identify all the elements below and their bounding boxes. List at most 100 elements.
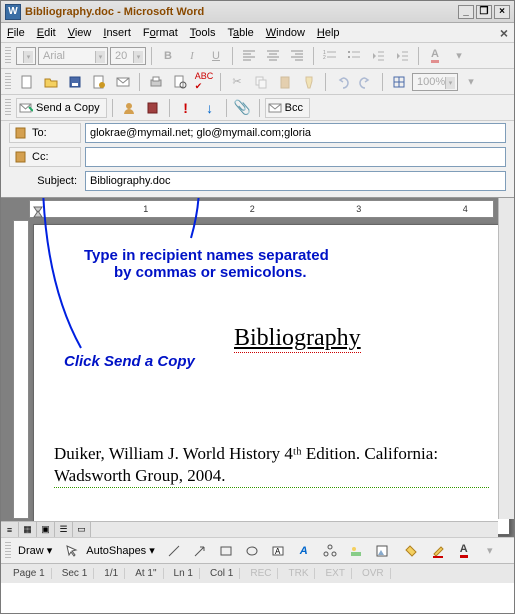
rectangle-button[interactable]	[215, 540, 237, 562]
email-button[interactable]	[112, 71, 134, 93]
menu-format[interactable]: Format	[143, 27, 178, 39]
vertical-scrollbar[interactable]	[498, 198, 514, 519]
normal-view-button[interactable]: ≡	[1, 522, 19, 538]
draw-menu[interactable]: Draw ▾	[18, 544, 52, 557]
send-a-copy-button[interactable]: Send a Copy	[16, 98, 107, 118]
accounts-button[interactable]	[118, 97, 140, 119]
document-page[interactable]: Type in recipient names separated by com…	[33, 224, 510, 535]
status-ovr[interactable]: OVR	[356, 568, 391, 579]
select-objects-button[interactable]	[60, 540, 82, 562]
oval-button[interactable]	[241, 540, 263, 562]
formatting-toolbar: ▾ Arial▾ 20▾ B I U 12 A ▾	[1, 43, 514, 69]
title-bar: W Bibliography.doc - Microsoft Word _ ❐ …	[1, 1, 514, 23]
zoom-combo[interactable]: 100%▾	[412, 73, 458, 91]
menu-tools[interactable]: Tools	[190, 27, 216, 39]
more-buttons[interactable]: ▾	[448, 45, 470, 67]
menu-view[interactable]: View	[68, 27, 92, 39]
toolbar-grip[interactable]	[5, 99, 11, 117]
diagram-button[interactable]	[319, 540, 341, 562]
permission-button[interactable]	[88, 71, 110, 93]
cc-input[interactable]	[85, 147, 506, 167]
minimize-button[interactable]: _	[458, 5, 474, 19]
undo-button[interactable]	[331, 71, 353, 93]
picture-button[interactable]	[371, 540, 393, 562]
textbox-button[interactable]: A	[267, 540, 289, 562]
clipart-button[interactable]	[345, 540, 367, 562]
book-icon	[14, 126, 28, 140]
format-painter-button[interactable]	[298, 71, 320, 93]
reading-view-button[interactable]: ▭	[73, 522, 91, 538]
redo-button[interactable]	[355, 71, 377, 93]
increase-indent-button[interactable]	[391, 45, 413, 67]
status-rec[interactable]: REC	[244, 568, 278, 579]
italic-button[interactable]: I	[181, 45, 203, 67]
to-input[interactable]: glokrae@mymail.net; glo@mymail.com;glori…	[85, 123, 506, 143]
subject-input[interactable]: Bibliography.doc	[85, 171, 506, 191]
underline-button[interactable]: U	[205, 45, 227, 67]
bulleted-list-button[interactable]	[343, 45, 365, 67]
menu-edit[interactable]: Edit	[37, 27, 56, 39]
align-center-button[interactable]	[262, 45, 284, 67]
font-size-combo[interactable]: 20▾	[110, 47, 146, 65]
vertical-ruler[interactable]	[13, 220, 29, 519]
style-combo[interactable]: ▾	[16, 47, 36, 65]
fill-color-button[interactable]	[401, 540, 423, 562]
copy-button[interactable]	[250, 71, 272, 93]
close-button[interactable]: ×	[494, 5, 510, 19]
menu-help[interactable]: Help	[317, 27, 340, 39]
toolbar-grip[interactable]	[5, 542, 11, 560]
font-color-button-2[interactable]: A	[453, 540, 475, 562]
numbered-list-button[interactable]: 12	[319, 45, 341, 67]
open-button[interactable]	[40, 71, 62, 93]
menu-insert[interactable]: Insert	[103, 27, 131, 39]
line-color-button[interactable]	[427, 540, 449, 562]
status-trk[interactable]: TRK	[282, 568, 315, 579]
save-button[interactable]	[64, 71, 86, 93]
align-right-button[interactable]	[286, 45, 308, 67]
line-button[interactable]	[163, 540, 185, 562]
address-book-button[interactable]	[142, 97, 164, 119]
wordart-button[interactable]: A	[293, 540, 315, 562]
importance-low-button[interactable]: ↓	[199, 97, 221, 119]
outline-view-button[interactable]: ☰	[55, 522, 73, 538]
book-icon	[14, 150, 28, 164]
bcc-button[interactable]: Bcc	[265, 98, 310, 118]
print-button[interactable]	[145, 71, 167, 93]
menu-file[interactable]: File	[7, 27, 25, 39]
new-document-button[interactable]	[16, 71, 38, 93]
view-buttons: ≡ ▦ ▣ ☰ ▭	[1, 522, 91, 538]
toolbar-grip[interactable]	[5, 73, 11, 91]
menu-table[interactable]: Table	[227, 27, 253, 39]
importance-high-button[interactable]: !	[175, 97, 197, 119]
decrease-indent-button[interactable]	[367, 45, 389, 67]
toolbar-grip[interactable]	[5, 47, 11, 65]
to-button[interactable]: To:	[9, 123, 81, 143]
more-buttons[interactable]: ▾	[479, 540, 501, 562]
attach-button[interactable]: 📎	[232, 97, 254, 119]
align-left-button[interactable]	[238, 45, 260, 67]
more-buttons[interactable]: ▾	[460, 71, 482, 93]
subject-row: Subject: Bibliography.doc	[1, 169, 514, 197]
web-view-button[interactable]: ▦	[19, 522, 37, 538]
print-view-button[interactable]: ▣	[37, 522, 55, 538]
tables-borders-button[interactable]	[388, 71, 410, 93]
print-preview-button[interactable]	[169, 71, 191, 93]
paste-button[interactable]	[274, 71, 296, 93]
bold-button[interactable]: B	[157, 45, 179, 67]
cut-button[interactable]: ✂	[226, 71, 248, 93]
font-color-button[interactable]: A	[424, 45, 446, 67]
font-combo[interactable]: Arial▾	[38, 47, 108, 65]
status-pages: 1/1	[98, 568, 125, 579]
cc-button[interactable]: Cc:	[9, 147, 81, 167]
menu-window[interactable]: Window	[266, 27, 305, 39]
horizontal-ruler[interactable]: 1 2 3 4	[29, 200, 494, 218]
restore-button[interactable]: ❐	[476, 5, 492, 19]
status-ext[interactable]: EXT	[319, 568, 351, 579]
annotation-click-send: Click Send a Copy	[64, 353, 195, 370]
autoshapes-menu[interactable]: AutoShapes ▾	[86, 544, 155, 557]
arrow-button[interactable]	[189, 540, 211, 562]
cc-row: Cc:	[1, 145, 514, 169]
spelling-button[interactable]: ABC✔	[193, 71, 215, 93]
drawing-toolbar: Draw ▾ AutoShapes ▾ A A A ▾	[1, 537, 514, 563]
doc-close-button[interactable]: ×	[500, 25, 508, 41]
